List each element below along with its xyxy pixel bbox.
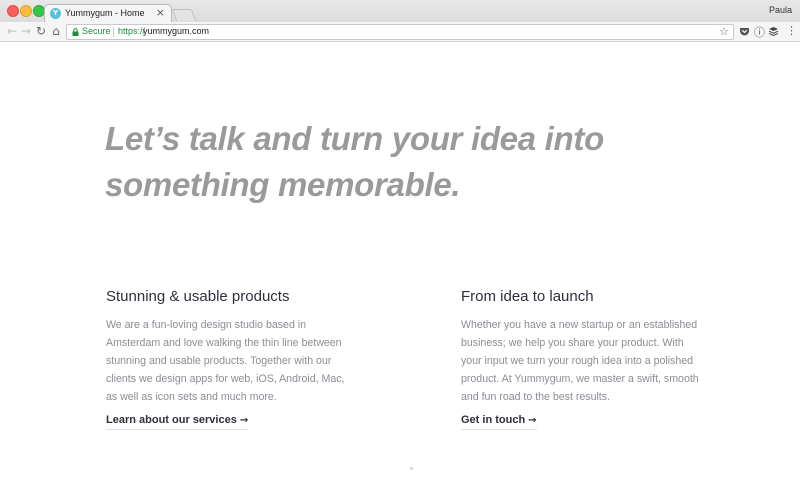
browser-toolbar: ← → ↻ ⌂ Secure https:// yummygum.com ☆ ⓘ… <box>0 22 800 42</box>
arrow-right-icon: → <box>528 415 537 426</box>
learn-about-services-link[interactable]: Learn about our services → <box>106 414 249 430</box>
omnibox-divider <box>113 27 114 37</box>
get-in-touch-label: Get in touch <box>461 414 526 426</box>
launch-column: From idea to launch Whether you have a n… <box>461 288 701 430</box>
learn-about-services-label: Learn about our services <box>106 414 237 426</box>
buffer-icon[interactable] <box>768 26 779 37</box>
get-in-touch-link[interactable]: Get in touch → <box>461 414 537 430</box>
forward-arrow-icon[interactable]: → <box>19 24 33 38</box>
back-arrow-icon[interactable]: ← <box>5 24 19 38</box>
hero-line-1: Let’s talk and turn your idea into <box>105 120 604 157</box>
reload-icon[interactable]: ↻ <box>34 24 48 38</box>
hero-line-2: something memorable. <box>105 166 461 203</box>
yummygum-favicon-icon: Y <box>50 8 61 19</box>
minimize-window-button[interactable] <box>20 5 32 17</box>
url-scheme: https:// <box>118 26 146 36</box>
tab-close-icon[interactable]: × <box>156 6 165 19</box>
address-bar[interactable]: Secure https:// yummygum.com ☆ <box>66 24 734 40</box>
profile-name[interactable]: Paula <box>769 5 792 15</box>
browser-titlebar: Y Yummygum - Home × Paula <box>0 0 800 23</box>
lock-icon <box>72 28 79 36</box>
bookmark-star-icon[interactable]: ☆ <box>719 25 729 38</box>
services-heading: Stunning & usable products <box>106 288 290 305</box>
scroll-indicator-dot <box>410 467 413 470</box>
secure-label: Secure <box>82 26 111 36</box>
home-icon[interactable]: ⌂ <box>49 24 63 38</box>
browser-tab-active[interactable]: Y Yummygum - Home × <box>44 4 172 23</box>
new-tab-button[interactable] <box>171 9 197 21</box>
services-body: We are a fun-loving design studio based … <box>106 319 345 403</box>
launch-body: Whether you have a new startup or an est… <box>461 319 699 403</box>
tab-title: Yummygum - Home <box>65 8 145 18</box>
close-window-button[interactable] <box>7 5 19 17</box>
launch-heading: From idea to launch <box>461 288 594 305</box>
services-column: Stunning & usable products We are a fun-… <box>106 288 346 430</box>
url-host: yummygum.com <box>143 26 210 36</box>
arrow-right-icon: → <box>239 415 249 426</box>
pocket-icon[interactable] <box>739 26 750 37</box>
info-icon[interactable]: ⓘ <box>754 24 765 39</box>
menu-icon[interactable]: ⋮ <box>786 24 797 37</box>
hero-headline: Let’s talk and turn your idea into somet… <box>105 116 625 208</box>
